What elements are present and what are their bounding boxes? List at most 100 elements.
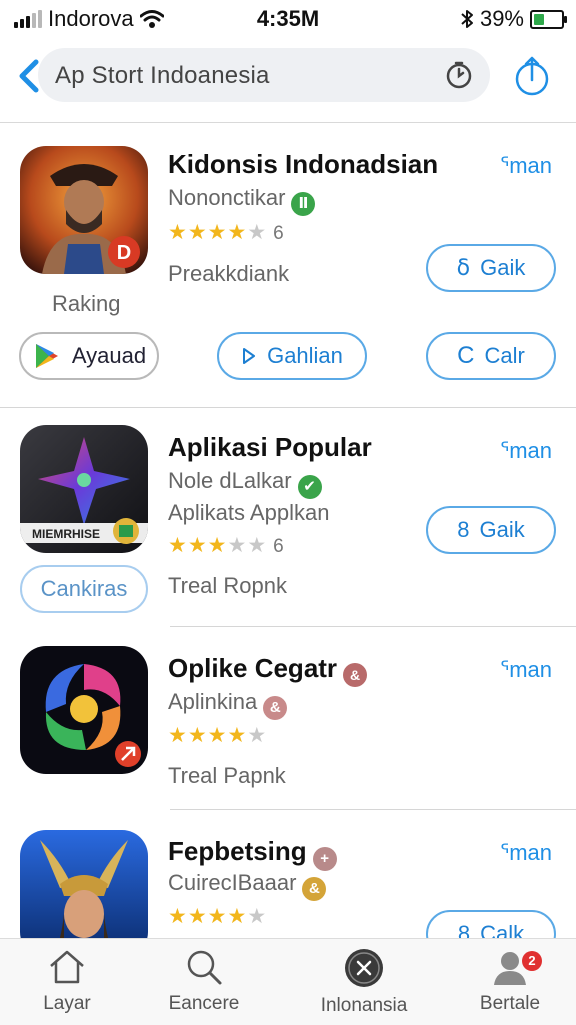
rating-stars: ★★★★★ 6	[168, 533, 284, 558]
get-label: Calk	[480, 921, 525, 938]
app-title[interactable]: Aplikasi Popular	[168, 432, 372, 463]
app-subtitle: Aplikats Applkan	[168, 500, 330, 525]
button-label: Cankiras	[40, 576, 128, 601]
star-filled-icon: ★	[227, 905, 248, 928]
more-link[interactable]: ᕐman	[500, 438, 552, 464]
verified-badge: Ⅱ	[291, 192, 316, 216]
list-item-app-2[interactable]: MIEMRHISE Cankiras Aplikasi Popular Nole…	[0, 408, 576, 626]
star-filled-icon: ★	[207, 534, 228, 557]
status-bar: Indorova 4:35M 39%	[0, 0, 576, 36]
tab-label: Inlonansia	[320, 995, 408, 1016]
status-right: 39%	[460, 6, 567, 32]
tab-profile[interactable]: 2 Bertale	[450, 947, 570, 1015]
app-icon[interactable]	[20, 830, 148, 938]
developer-badge: &	[263, 696, 288, 720]
star-empty-icon: ★	[247, 905, 268, 928]
more-link[interactable]: ᕐman	[500, 840, 552, 866]
get-button[interactable]: ẟ Gaik	[426, 244, 556, 292]
rating-stars: ★★★★★ 6	[168, 220, 284, 245]
developer-name: Aplinkina	[168, 689, 258, 714]
carrier-label: Indorova	[48, 6, 134, 31]
star-empty-icon: ★	[247, 534, 268, 557]
home-icon	[50, 950, 84, 984]
battery-icon	[530, 9, 567, 29]
rating-stars: ★★★★★	[168, 904, 267, 929]
app-icon[interactable]	[20, 646, 148, 774]
app-extra: Treal Papnk	[168, 763, 286, 788]
title-badge: +	[312, 847, 337, 871]
more-link[interactable]: ᕐman	[500, 153, 552, 179]
star-empty-icon: ★	[247, 724, 268, 747]
c-button[interactable]: C Calr	[426, 332, 556, 380]
rating-count: 6	[273, 223, 284, 244]
play-button[interactable]: Gahlian	[217, 332, 367, 380]
get-label: Gaik	[480, 255, 526, 280]
icon-caption: Raking	[52, 291, 121, 316]
notification-badge: 2	[522, 951, 542, 971]
star-filled-icon: ★	[207, 905, 228, 928]
get-button[interactable]: 8 Calk	[426, 910, 556, 938]
icon-wordmark: MIEMRHISE	[32, 527, 100, 541]
star-filled-icon: ★	[187, 221, 208, 244]
play-store-button[interactable]: Ayauad	[19, 332, 159, 380]
close-circle-icon	[345, 949, 383, 987]
app-developer: Nononctikar Ⅱ	[168, 185, 316, 216]
bluetooth-icon	[461, 10, 473, 28]
developer-name: CuirecIBaaar	[168, 870, 297, 895]
icon-caption-button[interactable]: Cankiras	[20, 565, 148, 613]
list-item-app-4[interactable]: Fepbetsing + CuirecIBaaar & ★★★★★ ᕐman 8 C…	[0, 810, 576, 938]
share-icon[interactable]	[510, 54, 554, 98]
star-filled-icon: ★	[168, 221, 188, 244]
get-icon: ẟ	[456, 255, 471, 280]
app-icon[interactable]: MIEMRHISE	[20, 425, 148, 553]
tab-label: Eancere	[168, 993, 240, 1014]
app-title[interactable]: Oplike Cegatr &	[168, 653, 368, 687]
button-label: Ayauad	[71, 343, 147, 368]
app-icon[interactable]: D	[20, 146, 148, 274]
get-icon: 8	[457, 517, 470, 542]
tab-search[interactable]: Eancere	[144, 947, 264, 1015]
button-label: Gahlian	[267, 343, 343, 368]
get-label: Gaik	[479, 517, 525, 542]
get-button[interactable]: 8 Gaik	[426, 506, 556, 554]
rating-count: 6	[273, 536, 284, 557]
tab-home[interactable]: Layar	[7, 947, 127, 1015]
c-icon: C	[457, 342, 475, 369]
list-item-app-1[interactable]: D Raking Kidonsis Indonadsian Nononctika…	[0, 123, 576, 408]
star-filled-icon: ★	[187, 534, 208, 557]
app-title[interactable]: Kidonsis Indonadsian	[168, 149, 438, 180]
app-extra: Preakkdiank	[168, 261, 290, 286]
star-empty-icon: ★	[247, 221, 268, 244]
star-filled-icon: ★	[168, 905, 188, 928]
tab-label: Layar	[43, 993, 91, 1014]
star-filled-icon: ★	[187, 724, 208, 747]
clock-icon[interactable]	[444, 60, 474, 90]
signal-icon	[14, 10, 42, 28]
search-query: Ap Stort Indoanesia	[55, 62, 270, 89]
search-input[interactable]: Ap Stort Indoanesia	[38, 48, 490, 102]
search-header: Ap Stort Indoanesia	[0, 36, 576, 123]
svg-text:D: D	[117, 242, 131, 264]
tab-bar: Layar Eancere Inlonansia 2 Bertale	[0, 938, 576, 1025]
star-empty-icon: ★	[227, 534, 248, 557]
star-filled-icon: ★	[168, 534, 188, 557]
list-item-app-3[interactable]: Oplike Cegatr & Aplinkina & ★★★★★ Treal Pa…	[0, 627, 576, 809]
app-developer: CuirecIBaaar &	[168, 870, 327, 901]
tab-indonesia[interactable]: Inlonansia	[304, 947, 424, 1017]
app-extra: Treal Ropnk	[168, 573, 288, 598]
developer-badge: &	[302, 877, 327, 901]
developer-name: Nononctikar	[168, 185, 286, 210]
star-filled-icon: ★	[227, 724, 248, 747]
star-filled-icon: ★	[187, 905, 208, 928]
more-link[interactable]: ᕐman	[500, 657, 552, 683]
developer-name: Nole ԁLalkar	[168, 468, 292, 493]
app-developer: Nole ԁLalkar ✔	[168, 468, 322, 499]
app-title[interactable]: Fepbetsing +	[168, 836, 337, 871]
rating-stars: ★★★★★	[168, 723, 267, 748]
button-label: Calr	[484, 343, 525, 368]
star-filled-icon: ★	[207, 221, 228, 244]
star-filled-icon: ★	[207, 724, 228, 747]
battery-percent: 39%	[479, 6, 524, 31]
title-text: Fepbetsing	[168, 836, 307, 866]
star-filled-icon: ★	[227, 221, 248, 244]
